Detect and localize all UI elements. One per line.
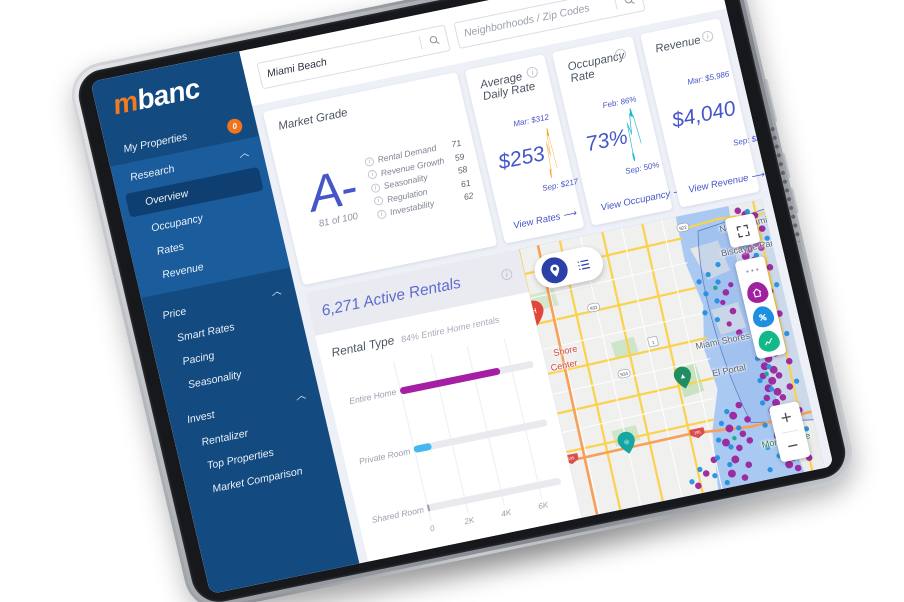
kpi-value: 73% <box>583 124 630 156</box>
sparkline-high-label: Mar: $5,986 <box>686 68 731 87</box>
info-icon[interactable]: i <box>370 182 381 193</box>
axis-tick: 6K <box>537 500 550 512</box>
metric-value: 58 <box>456 163 469 176</box>
bar-chart-plot: Entire Home Private Room Shared Room 0 2… <box>336 334 568 551</box>
chevron-up-icon: ︿ <box>270 285 283 299</box>
bar-fill <box>426 504 431 512</box>
bar-fill <box>413 442 433 454</box>
kpi-value: $4,040 <box>669 96 738 132</box>
revenue-pin-icon[interactable] <box>755 328 782 354</box>
kpi-body: $253 Mar: $312 Sep: $217 <box>485 92 579 219</box>
kpi-body: $4,040 Mar: $5,986 Sep: $2,621 <box>657 44 782 183</box>
bar-label: Entire Home <box>348 386 398 407</box>
sidebar-section-label: Invest <box>185 408 216 427</box>
home-pin-icon[interactable] <box>744 280 770 305</box>
sidebar-item-label: Rentalizer <box>200 427 250 449</box>
sparkline-low-label: Sep: $217 <box>541 176 580 193</box>
map-pin-icon[interactable] <box>538 255 571 286</box>
sidebar-item-label: Pacing <box>181 349 216 368</box>
chart-subtitle: 84% Entire Home rentals <box>400 314 501 345</box>
bar-track <box>413 419 548 454</box>
sidebar-section-label: Price <box>161 305 188 322</box>
axis-tick: 0 <box>429 523 436 534</box>
rates-pin-icon[interactable] <box>750 304 776 330</box>
kpi-body: 73% Feb: 86% Sep: 50% <box>572 74 660 201</box>
info-icon[interactable]: i <box>363 156 375 167</box>
bar-track <box>399 360 535 395</box>
more-options-icon[interactable] <box>743 261 761 280</box>
sidebar-item-label: Revenue <box>161 261 205 282</box>
sparkline-low-label: Sep: 50% <box>624 159 661 176</box>
grade-summary: A- 81 of 100 <box>290 158 376 232</box>
chevron-up-icon: ︿ <box>237 147 250 161</box>
search-icon[interactable] <box>615 0 643 8</box>
device-screen: m banc My Properties 0 Research ︿ Overvi… <box>90 0 834 595</box>
sidebar-item-label: Overview <box>143 187 190 209</box>
tablet-device-mockup: m banc My Properties 0 Research ︿ Overvi… <box>64 0 869 602</box>
search-icon[interactable] <box>420 32 448 48</box>
info-icon[interactable]: i <box>373 195 385 207</box>
info-icon[interactable]: i <box>366 169 378 180</box>
market-grade-card: Market Grade A- 81 of 100 i Rental Deman… <box>262 72 498 286</box>
sidebar-item-label: My Properties <box>122 130 189 155</box>
metric-value: 62 <box>462 190 475 202</box>
metric-value: 71 <box>450 137 463 150</box>
sidebar-item-label: Rates <box>155 240 186 258</box>
axis-tick: 2K <box>463 515 476 527</box>
bar-label: Private Room <box>357 445 412 466</box>
axis-tick: 4K <box>500 508 513 519</box>
grade-metrics: i Rental Demand 71 i Revenue Growth 59 i… <box>362 137 475 220</box>
metric-value: 59 <box>453 150 466 163</box>
metric-value: 61 <box>459 177 472 189</box>
chevron-up-icon: ︿ <box>294 390 307 403</box>
chart-title: Rental Type <box>329 333 396 360</box>
logo-banc: banc <box>133 72 203 116</box>
info-icon[interactable]: i <box>376 208 388 220</box>
app-shell: m banc My Properties 0 Research ︿ Overvi… <box>90 0 834 595</box>
screenshot-stage: m banc My Properties 0 Research ︿ Overvi… <box>0 0 904 602</box>
list-icon[interactable] <box>567 249 598 280</box>
kpi-value: $253 <box>495 141 547 174</box>
info-icon[interactable]: i <box>500 267 514 281</box>
sidebar-section-label: Research <box>128 162 176 184</box>
bar-label: Shared Room <box>370 504 425 525</box>
bar-fill <box>399 366 502 395</box>
fullscreen-button[interactable] <box>724 213 761 249</box>
zoom-out-button[interactable]: − <box>775 429 811 462</box>
market-search-input[interactable] <box>258 36 422 82</box>
my-properties-badge: 0 <box>225 117 244 136</box>
